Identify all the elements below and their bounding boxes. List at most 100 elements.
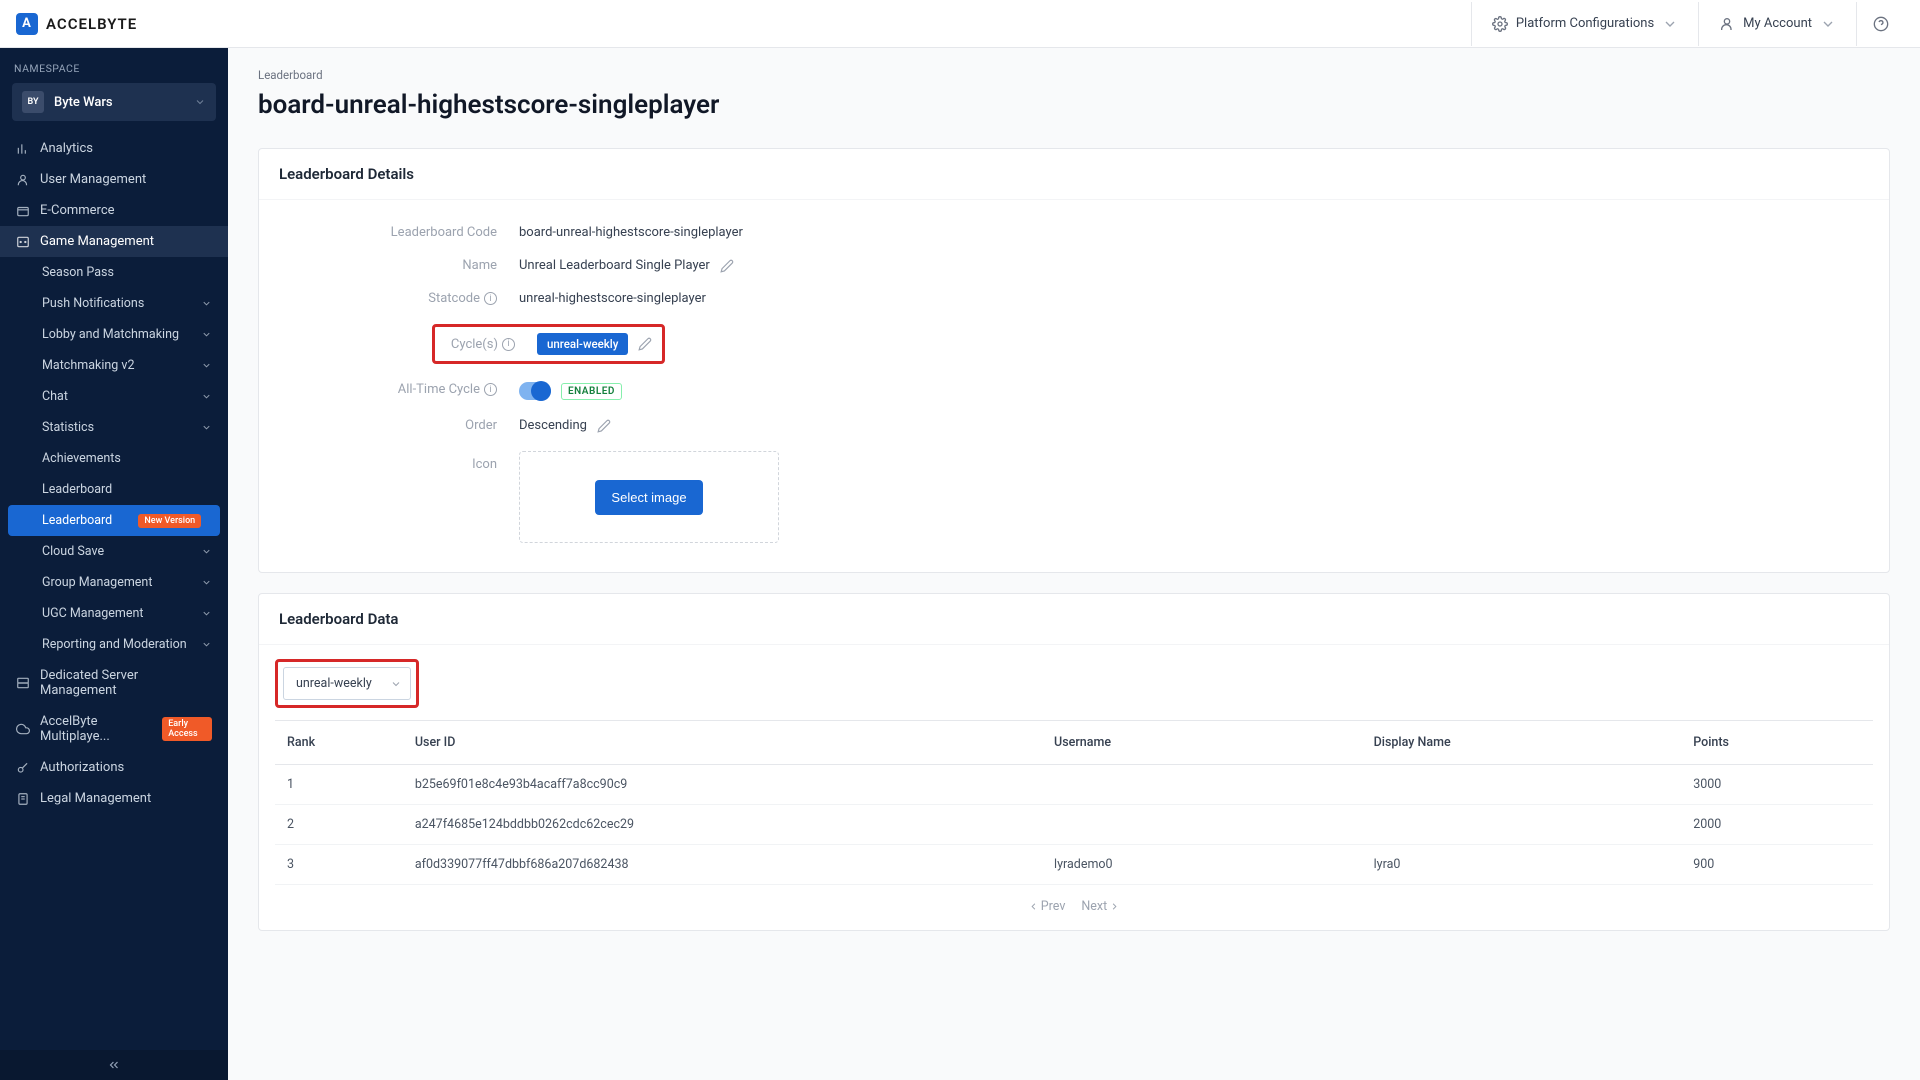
prev-button[interactable]: Prev — [1028, 899, 1066, 914]
cycle-tag: unreal-weekly — [537, 333, 628, 355]
card-title-data: Leaderboard Data — [259, 594, 1889, 645]
chevron-down-icon — [201, 608, 212, 619]
cycle-filter-select[interactable]: unreal-weekly — [283, 667, 411, 700]
sidebar-item-cloud-save[interactable]: Cloud Save — [0, 536, 228, 567]
platform-configurations-menu[interactable]: Platform Configurations — [1471, 2, 1698, 46]
sidebar-item-analytics[interactable]: Analytics — [0, 133, 228, 164]
chevron-down-icon — [201, 422, 212, 433]
namespace-name: Byte Wars — [54, 95, 184, 110]
value-name: Unreal Leaderboard Single Player — [519, 258, 710, 273]
info-icon[interactable]: i — [502, 338, 515, 351]
chevron-down-icon — [201, 391, 212, 402]
sidebar-item-authorizations[interactable]: Authorizations — [0, 752, 228, 783]
leaderboard-details-card: Leaderboard Details Leaderboard Code boa… — [258, 148, 1890, 573]
sidebar-item-achievements[interactable]: Achievements — [0, 443, 228, 474]
col-rank: Rank — [275, 721, 403, 765]
chevron-down-icon — [1820, 16, 1836, 32]
main-content: Leaderboard board-unreal-highestscore-si… — [228, 48, 1920, 1080]
brand-logo[interactable]: A ACCELBYTE — [16, 13, 137, 35]
help-icon — [1873, 16, 1889, 32]
col-user-id: User ID — [403, 721, 1042, 765]
table-row: 2 a247f4685e124bddbb0262cdc62cec29 2000 — [275, 805, 1873, 845]
info-icon[interactable]: i — [484, 292, 497, 305]
card-title-details: Leaderboard Details — [259, 149, 1889, 200]
table-row: 3 af0d339077ff47dbbf686a207d682438 lyrad… — [275, 845, 1873, 885]
chevron-left-icon — [1028, 901, 1039, 912]
sidebar: NAMESPACE BY Byte Wars Analytics User Ma… — [0, 48, 228, 1080]
table-row: 1 b25e69f01e8c4e93b4acaff7a8cc90c9 3000 — [275, 765, 1873, 805]
sidebar-item-reporting-moderation[interactable]: Reporting and Moderation — [0, 629, 228, 660]
sidebar-item-matchmaking-v2[interactable]: Matchmaking v2 — [0, 350, 228, 381]
key-icon — [16, 761, 30, 775]
leaderboard-data-card: Leaderboard Data unreal-weekly Rank User… — [258, 593, 1890, 931]
value-statcode: unreal-highestscore-singleplayer — [519, 291, 706, 306]
sidebar-item-group-management[interactable]: Group Management — [0, 567, 228, 598]
breadcrumb: Leaderboard — [258, 68, 1890, 82]
sidebar-item-push-notifications[interactable]: Push Notifications — [0, 288, 228, 319]
label-order: Order — [279, 418, 519, 433]
brand-name: ACCELBYTE — [46, 15, 137, 33]
cloud-icon — [16, 722, 30, 736]
label-icon: Icon — [279, 451, 519, 472]
doc-icon — [16, 792, 30, 806]
alltime-status: ENABLED — [561, 383, 622, 400]
edit-icon[interactable] — [597, 419, 611, 433]
leaderboard-table: Rank User ID Username Display Name Point… — [275, 720, 1873, 885]
sidebar-item-legal-management[interactable]: Legal Management — [0, 783, 228, 814]
namespace-label: NAMESPACE — [0, 48, 228, 83]
edit-icon[interactable] — [638, 337, 652, 351]
namespace-selector[interactable]: BY Byte Wars — [12, 83, 216, 121]
sidebar-item-ugc-management[interactable]: UGC Management — [0, 598, 228, 629]
game-icon — [16, 235, 30, 249]
chevron-down-icon — [201, 577, 212, 588]
page-title: board-unreal-highestscore-singleplayer — [258, 90, 1890, 120]
label-alltime-cycle: All-Time Cycle — [398, 382, 480, 397]
alltime-toggle[interactable] — [519, 382, 551, 400]
sidebar-item-game-management[interactable]: Game Management — [0, 226, 228, 257]
breadcrumb-leaderboard[interactable]: Leaderboard — [258, 68, 323, 82]
user-icon — [16, 173, 30, 187]
next-button[interactable]: Next — [1081, 899, 1120, 914]
sidebar-item-leaderboard-new[interactable]: Leaderboard New Version — [8, 505, 220, 536]
sidebar-item-ecommerce[interactable]: E-Commerce — [0, 195, 228, 226]
icon-dropzone[interactable]: Select image — [519, 451, 779, 543]
user-icon — [1719, 16, 1735, 32]
info-icon[interactable]: i — [484, 383, 497, 396]
early-access-badge: Early Access — [162, 717, 212, 741]
gear-icon — [1492, 16, 1508, 32]
help-button[interactable] — [1856, 2, 1904, 46]
edit-icon[interactable] — [720, 259, 734, 273]
brand-logo-icon: A — [16, 13, 38, 35]
chevron-right-icon — [1109, 901, 1120, 912]
chevron-down-icon — [194, 96, 206, 108]
chevron-down-icon — [201, 639, 212, 650]
server-icon — [16, 676, 30, 690]
topbar: A ACCELBYTE Platform Configurations My A… — [0, 0, 1920, 48]
value-order: Descending — [519, 418, 587, 433]
col-points: Points — [1681, 721, 1873, 765]
namespace-badge: BY — [22, 91, 44, 113]
chevron-down-icon — [390, 678, 402, 690]
chevron-down-icon — [201, 329, 212, 340]
sidebar-item-leaderboard[interactable]: Leaderboard — [0, 474, 228, 505]
sidebar-item-dedicated-server[interactable]: Dedicated Server Management — [0, 660, 228, 706]
col-username: Username — [1042, 721, 1362, 765]
sidebar-collapse-button[interactable] — [0, 1050, 228, 1080]
chevron-down-icon — [201, 546, 212, 557]
my-account-menu[interactable]: My Account — [1698, 2, 1856, 46]
chevron-double-left-icon — [107, 1058, 121, 1072]
chevron-down-icon — [1662, 16, 1678, 32]
sidebar-item-chat[interactable]: Chat — [0, 381, 228, 412]
sidebar-item-season-pass[interactable]: Season Pass — [0, 257, 228, 288]
sidebar-item-user-management[interactable]: User Management — [0, 164, 228, 195]
select-image-button[interactable]: Select image — [595, 480, 702, 515]
sidebar-item-statistics[interactable]: Statistics — [0, 412, 228, 443]
label-name: Name — [279, 258, 519, 273]
label-leaderboard-code: Leaderboard Code — [279, 225, 519, 240]
cart-icon — [16, 204, 30, 218]
chevron-down-icon — [201, 360, 212, 371]
new-version-badge: New Version — [138, 514, 201, 528]
value-leaderboard-code: board-unreal-highestscore-singleplayer — [519, 225, 743, 240]
sidebar-item-accelbyte-multiplayer[interactable]: AccelByte Multiplaye... Early Access — [0, 706, 228, 752]
sidebar-item-lobby-matchmaking[interactable]: Lobby and Matchmaking — [0, 319, 228, 350]
